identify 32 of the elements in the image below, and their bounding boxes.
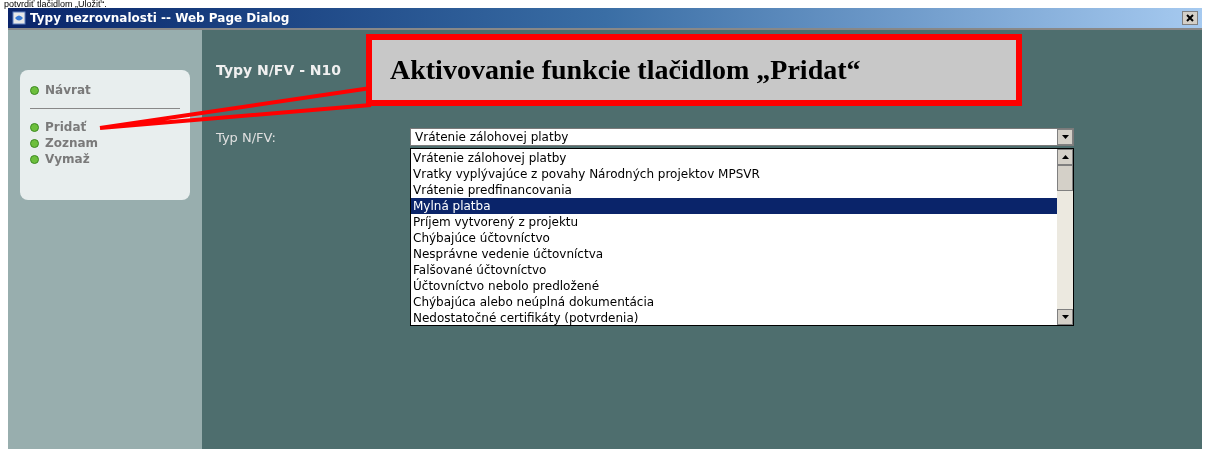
scrollbar[interactable] bbox=[1057, 149, 1073, 325]
list-option[interactable]: Chýbajúce účtovníctvo bbox=[411, 230, 1057, 246]
sidebar-link[interactable]: Vymaž bbox=[45, 153, 90, 165]
sidebar-link[interactable]: Zoznam bbox=[45, 137, 99, 149]
scroll-thumb[interactable] bbox=[1057, 165, 1073, 191]
bullet-icon bbox=[30, 122, 39, 132]
list-option[interactable]: Vratky vyplývajúce z povahy Národných projektov MPSVR bbox=[411, 166, 1057, 182]
list-option[interactable]: Vrátenie predfinancovania bbox=[411, 182, 1057, 198]
list-option[interactable]: Mylná platba bbox=[411, 198, 1057, 214]
list-option[interactable]: Chýbajúca alebo neúplná dokumentácia bbox=[411, 294, 1057, 310]
list-option[interactable]: Falšované účtovníctvo bbox=[411, 262, 1057, 278]
list-option[interactable]: Vrátenie zálohovej platby bbox=[411, 150, 1057, 166]
list-option[interactable]: Účtovníctvo nebolo predložené bbox=[411, 278, 1057, 294]
bullet-icon bbox=[30, 85, 39, 95]
list-option[interactable]: Nesprávne vedenie účtovníctva bbox=[411, 246, 1057, 262]
bullet-icon bbox=[30, 138, 39, 148]
caption-text: potvrdiť tlačidlom „Uložiť“. bbox=[3, 0, 108, 8]
close-icon bbox=[1186, 14, 1194, 22]
sidebar-link[interactable]: Pridať bbox=[45, 121, 87, 133]
list-option[interactable]: Príjem vytvorený z projektu bbox=[411, 214, 1057, 230]
list-option[interactable]: Nedostatočné certifikáty (potvrdenia) bbox=[411, 310, 1057, 326]
scroll-up-icon[interactable] bbox=[1057, 149, 1073, 165]
callout-text: Aktivovanie funkcie tlačidlom „Pridat“ bbox=[390, 53, 861, 87]
field-label: Typ N/FV: bbox=[216, 129, 276, 147]
close-button[interactable] bbox=[1182, 11, 1198, 25]
type-select[interactable]: Vrátenie zálohovej platby bbox=[410, 128, 1074, 146]
window-title: Typy nezrovnalosti -- Web Page Dialog bbox=[30, 10, 290, 27]
window-icon bbox=[12, 11, 26, 25]
page-heading: Typy N/FV - N10 bbox=[216, 61, 343, 80]
scroll-down-icon[interactable] bbox=[1057, 309, 1073, 325]
sidebar-link[interactable]: Návrat bbox=[45, 84, 91, 96]
bullet-icon bbox=[30, 154, 39, 164]
